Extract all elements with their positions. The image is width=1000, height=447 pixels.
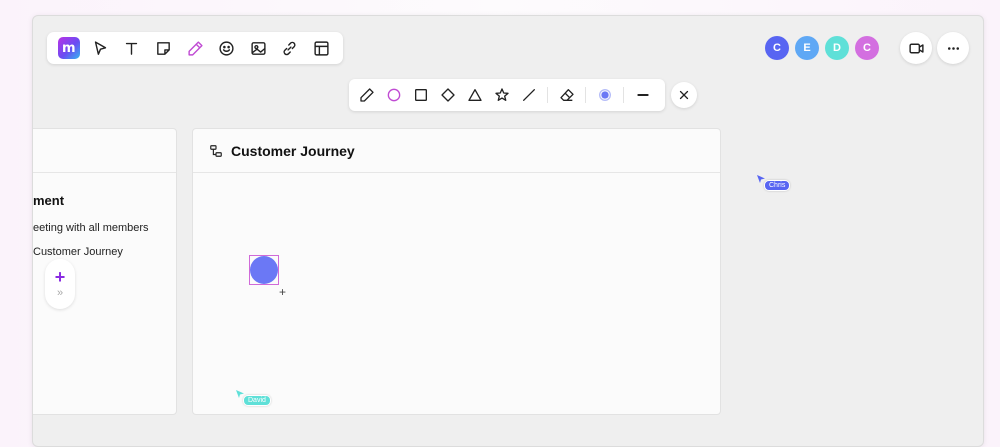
whiteboard-window: m C E D C ment eeting with all members C… (32, 15, 984, 447)
add-icon[interactable]: + (55, 268, 66, 286)
line-icon (522, 89, 535, 101)
square-icon (414, 89, 427, 101)
star-icon (494, 88, 509, 101)
crosshair-cursor-icon: + (279, 285, 287, 299)
more-options-button[interactable] (937, 32, 969, 64)
circle-shape[interactable] (250, 256, 278, 284)
cursor-arrow-icon (94, 40, 107, 55)
close-shape-toolbar-button[interactable] (671, 82, 697, 108)
more-horizontal-icon (947, 46, 959, 50)
stroke-width-icon (636, 94, 649, 96)
eraser-tool-button[interactable] (553, 79, 580, 111)
pen-tool-button[interactable] (179, 32, 211, 64)
close-icon (679, 90, 689, 100)
video-camera-icon (908, 43, 924, 53)
template-tool-button[interactable] (306, 32, 338, 64)
frame-add-panel: + » (45, 259, 75, 309)
stroke-width-button[interactable] (629, 79, 656, 111)
smiley-icon (219, 40, 234, 56)
expand-chevrons-icon[interactable]: » (57, 287, 63, 299)
cursor-name-label: David (243, 395, 271, 406)
link-icon (283, 41, 296, 55)
sticky-note-icon (157, 41, 170, 55)
text-icon (126, 42, 138, 55)
line-tool-button[interactable] (515, 79, 542, 111)
avatar[interactable]: E (795, 36, 819, 60)
left-frame-title: ment (33, 193, 65, 208)
left-frame-line: eeting with all members (33, 222, 149, 234)
sticky-note-tool-button[interactable] (148, 32, 180, 64)
circle-icon (387, 88, 400, 102)
pen-icon (187, 40, 203, 56)
toolbar-divider (623, 87, 624, 103)
star-tool-button[interactable] (488, 79, 515, 111)
cursor-name-label: Chris (764, 180, 791, 191)
select-tool-button[interactable] (85, 32, 117, 64)
layout-template-icon (314, 40, 329, 56)
avatar[interactable]: D (825, 36, 849, 60)
left-frame-header (33, 129, 176, 173)
avatar[interactable]: C (855, 36, 879, 60)
image-icon (251, 41, 266, 55)
frame-header: Customer Journey (193, 129, 720, 173)
diamond-icon (440, 88, 455, 102)
triangle-icon (467, 89, 482, 101)
text-tool-button[interactable] (116, 32, 148, 64)
toolbar-divider (547, 87, 548, 103)
remote-cursor-david: David (235, 389, 271, 406)
flowchart-icon (210, 144, 222, 157)
diamond-tool-button[interactable] (434, 79, 461, 111)
triangle-tool-button[interactable] (461, 79, 488, 111)
app-logo: m (57, 37, 80, 59)
app-logo-button[interactable]: m (53, 32, 85, 64)
pencil-icon (359, 88, 374, 102)
color-swatch-icon (598, 89, 611, 101)
emoji-tool-button[interactable] (211, 32, 243, 64)
circle-tool-button[interactable] (380, 79, 407, 111)
shape-toolbar (349, 79, 665, 111)
left-frame-line: Customer Journey (33, 246, 123, 258)
pencil-tool-button[interactable] (353, 79, 380, 111)
avatar[interactable]: C (765, 36, 789, 60)
link-tool-button[interactable] (274, 32, 306, 64)
image-tool-button[interactable] (242, 32, 274, 64)
selected-shape-outline[interactable] (249, 255, 279, 285)
frame-title: Customer Journey (231, 142, 355, 159)
eraser-icon (559, 89, 574, 101)
square-tool-button[interactable] (407, 79, 434, 111)
toolbar-divider (585, 87, 586, 103)
color-picker-button[interactable] (591, 79, 618, 111)
video-call-button[interactable] (900, 32, 932, 64)
main-toolbar: m (47, 32, 343, 64)
remote-cursor-chris: Chris (756, 174, 791, 191)
customer-journey-frame[interactable]: Customer Journey + (192, 128, 721, 415)
collaborator-avatars: C E D C (765, 36, 879, 60)
